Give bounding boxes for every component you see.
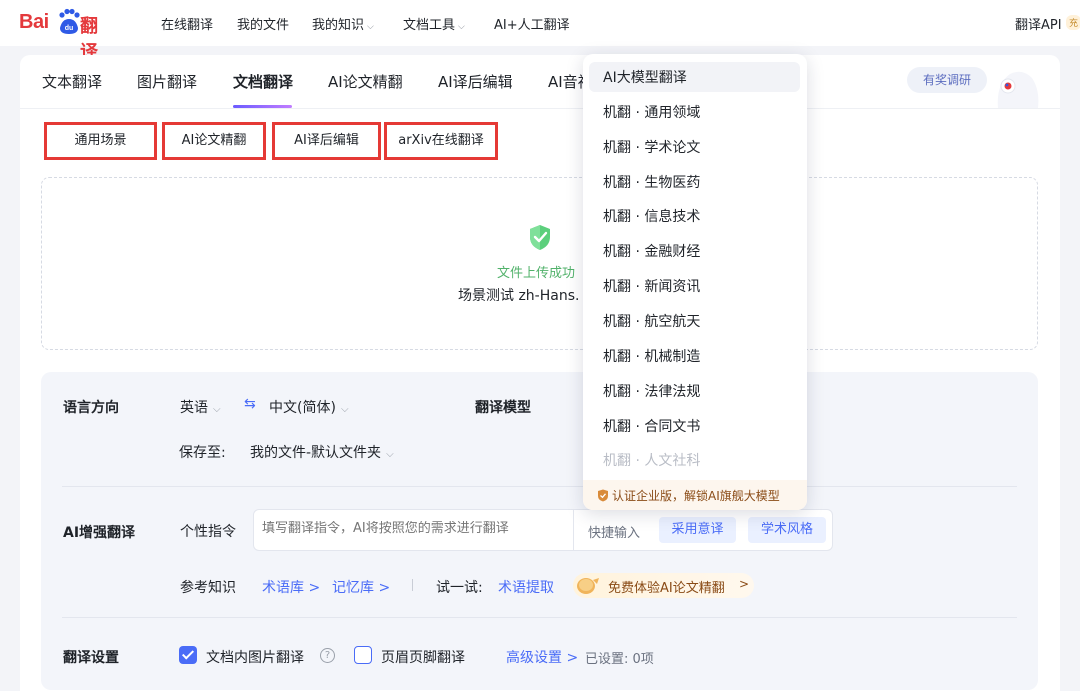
help-icon[interactable]: ?: [320, 648, 335, 663]
memory-link[interactable]: 记忆库 >: [332, 577, 390, 597]
ref-knowledge-label: 参考知识: [180, 580, 236, 596]
dropdown-item-aerospace[interactable]: 机翻 · 航空航天: [603, 311, 700, 331]
ai-enhance-label: AI增强翻译: [63, 525, 136, 541]
source-lang-select[interactable]: 英语 ⌵: [180, 397, 221, 417]
dropdown-item-humanities[interactable]: 机翻 · 人文社科: [603, 450, 700, 470]
chevron-down-icon: ⌵: [386, 449, 394, 460]
lang-direction-label: 语言方向: [63, 400, 119, 416]
promo-text: 免费体验AI论文精翻: [608, 581, 725, 596]
model-dropdown-menu: AI大模型翻译 机翻 · 通用领域 机翻 · 学术论文 机翻 · 生物医药 机翻…: [583, 54, 807, 510]
term-extract-link[interactable]: 术语提取: [498, 577, 554, 597]
configured-count: 已设置: 0项: [585, 652, 654, 667]
advanced-settings-link[interactable]: 高级设置 >: [506, 647, 578, 667]
img-translate-checkbox[interactable]: [179, 646, 197, 664]
chevron-down-icon: ⌵: [367, 22, 374, 32]
enterprise-upsell-text: 认证企业版，解锁AI旗舰大模型: [612, 489, 780, 503]
mascot-icon: [997, 71, 1039, 108]
scene-arxiv[interactable]: arXiv在线翻译: [384, 122, 498, 160]
dropdown-item-academic[interactable]: 机翻 · 学术论文: [603, 137, 700, 157]
survey-button[interactable]: 有奖调研: [907, 67, 987, 93]
quick-input-label: 快捷输入: [588, 526, 641, 541]
model-label: 翻译模型: [475, 400, 531, 416]
settings-divider: [62, 486, 1017, 487]
tab-text-translate[interactable]: 文本翻译: [42, 71, 102, 92]
tab-image-translate[interactable]: 图片翻译: [137, 71, 197, 92]
dropdown-enterprise-footer[interactable]: 认证企业版，解锁AI旗舰大模型: [583, 480, 807, 510]
scene-ai-paper[interactable]: AI论文精翻: [162, 122, 266, 160]
quick-chip-free-translation[interactable]: 采用意译: [659, 517, 736, 543]
nav-online-translate[interactable]: 在线翻译: [161, 14, 213, 33]
tab-ai-paper[interactable]: AI论文精翻: [328, 71, 403, 92]
scene-general[interactable]: 通用场景: [44, 122, 157, 160]
uploaded-file-name: 场景测试 zh-Hans.: [458, 288, 580, 304]
tab-doc-translate[interactable]: 文档翻译: [233, 71, 293, 92]
tabs-divider: [20, 108, 1060, 109]
dropdown-item-news[interactable]: 机翻 · 新闻资讯: [603, 276, 700, 296]
instruction-label: 个性指令: [180, 524, 236, 540]
dropdown-item-it[interactable]: 机翻 · 信息技术: [603, 206, 700, 226]
ref-separator: [412, 579, 413, 591]
instruction-box: 快捷输入 采用意译 学术风格: [253, 509, 833, 551]
promo-coin-icon: [577, 578, 599, 594]
upload-success-icon: [530, 225, 550, 250]
instruction-input[interactable]: [262, 521, 562, 536]
logo-brand-text: Bai: [19, 11, 49, 33]
save-to-label: 保存至:: [179, 445, 226, 461]
header-footer-label: 页眉页脚翻译: [381, 650, 465, 666]
chevron-down-icon: ⌵: [213, 404, 221, 415]
dropdown-item-law[interactable]: 机翻 · 法律法规: [603, 381, 700, 401]
translate-settings-label: 翻译设置: [63, 650, 119, 666]
dropdown-item-contract[interactable]: 机翻 · 合同文书: [603, 416, 700, 436]
upload-status-text: 文件上传成功: [497, 266, 576, 281]
baidu-paw-icon: du: [59, 8, 80, 34]
settings-divider: [62, 617, 1017, 618]
nav-my-files[interactable]: 我的文件: [237, 14, 289, 33]
save-location-select[interactable]: 我的文件-默认文件夹 ⌵: [250, 442, 394, 462]
dropdown-item-ai-llm[interactable]: AI大模型翻译: [603, 67, 687, 87]
chevron-right-icon: >: [739, 577, 750, 591]
api-badge: 充: [1066, 15, 1080, 30]
dropdown-item-biomed[interactable]: 机翻 · 生物医药: [603, 172, 700, 192]
tab-ai-post-edit[interactable]: AI译后编辑: [438, 71, 513, 92]
nav-ai-human-translate[interactable]: AI+人工翻译: [494, 14, 570, 33]
scene-ai-post-edit[interactable]: AI译后编辑: [272, 122, 381, 160]
dropdown-item-machinery[interactable]: 机翻 · 机械制造: [603, 346, 700, 366]
nav-translate-api[interactable]: 翻译API: [1015, 14, 1062, 33]
nav-my-knowledge[interactable]: 我的知识 ⌵: [312, 14, 374, 33]
chevron-down-icon: ⌵: [340, 404, 349, 415]
promo-ai-paper-button[interactable]: 免费体验AI论文精翻 >: [573, 573, 754, 598]
chevron-down-icon: ⌵: [458, 22, 465, 32]
header-footer-checkbox[interactable]: [354, 646, 372, 664]
shield-badge-icon: [598, 489, 608, 502]
top-navbar: Bai du 翻译 在线翻译 我的文件 我的知识 ⌵ 文档工具 ⌵ AI+人工翻译 …: [0, 0, 1080, 63]
try-label: 试一试:: [436, 580, 483, 596]
glossary-link[interactable]: 术语库 >: [262, 577, 320, 597]
target-lang-select[interactable]: 中文(简体) ⌵: [269, 397, 349, 417]
instruction-separator: [573, 510, 574, 550]
dropdown-item-general[interactable]: 机翻 · 通用领域: [603, 102, 700, 122]
quick-chip-academic-style[interactable]: 学术风格: [748, 517, 826, 543]
swap-lang-icon[interactable]: ⇆: [244, 396, 256, 412]
paw-text: du: [65, 25, 74, 32]
nav-doc-tools[interactable]: 文档工具 ⌵: [403, 14, 465, 33]
baidu-translate-logo[interactable]: Bai du 翻译: [19, 8, 115, 63]
dropdown-item-finance[interactable]: 机翻 · 金融财经: [603, 241, 700, 261]
img-translate-label: 文档内图片翻译: [206, 650, 304, 666]
